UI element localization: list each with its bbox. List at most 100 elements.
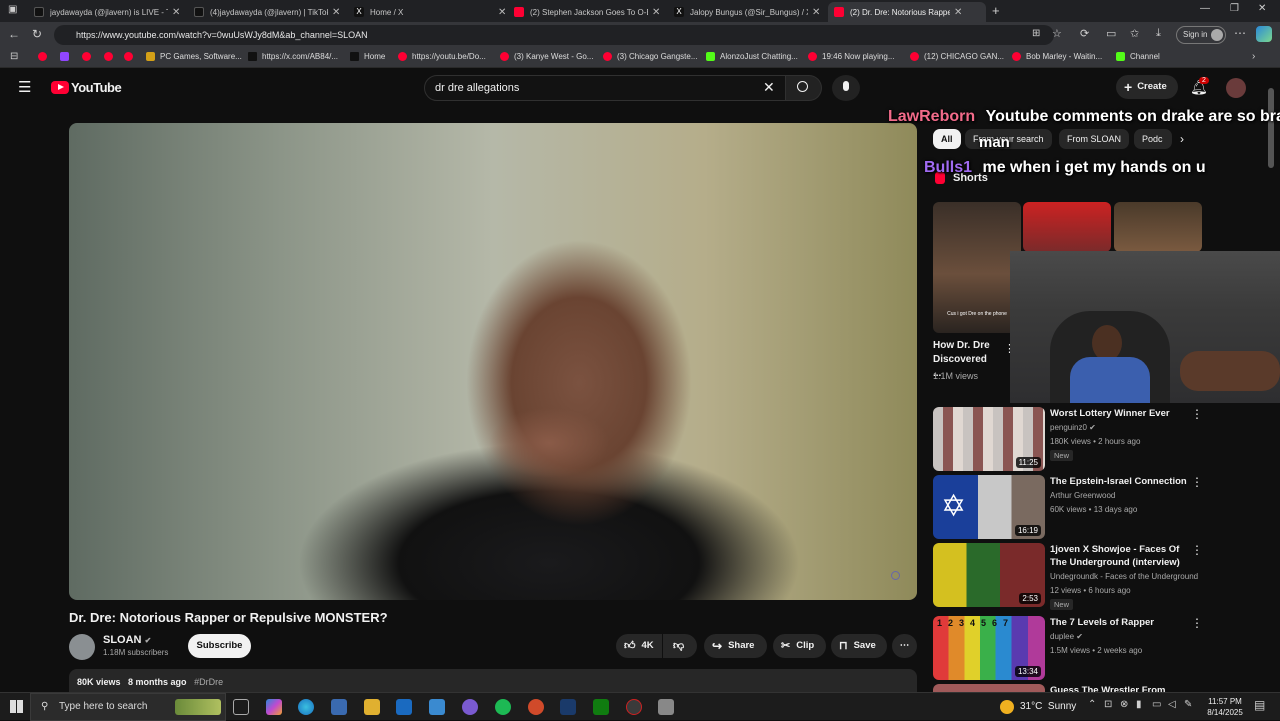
chip-from-sloan[interactable]: From SLOAN [1059, 129, 1130, 149]
extensions-icon[interactable]: ⟳ [1080, 27, 1089, 40]
youtube-logo[interactable]: YouTube [51, 80, 122, 95]
close-icon[interactable]: ✕ [652, 7, 660, 18]
more-menu-icon[interactable]: ⋯ [1234, 26, 1246, 40]
url-input[interactable]: https://www.youtube.com/watch?v=0wuUsWJy… [54, 25, 1054, 45]
obs-icon[interactable] [626, 699, 642, 715]
store-icon[interactable] [331, 699, 347, 715]
spotify-icon[interactable] [495, 699, 511, 715]
bookmark-chicago[interactable]: (3) Chicago Gangste... [603, 52, 697, 61]
more-icon[interactable]: ⋮ [1191, 616, 1203, 630]
dislike-button[interactable]: 👎︎ [663, 634, 697, 658]
tab-actions-icon[interactable]: ▣ [8, 4, 17, 15]
bookmark-now-playing[interactable]: 19:46 Now playing... [808, 52, 895, 61]
clear-search-icon[interactable]: ✕ [763, 79, 775, 96]
photos-icon[interactable] [429, 699, 445, 715]
recommendation-item[interactable]: Guess The Wrestler From Their [933, 684, 1273, 692]
steam-icon[interactable] [560, 699, 576, 715]
windows-start-icon[interactable] [10, 700, 23, 713]
bookmark-alonzo[interactable]: AlonzoJust Chatting... [706, 52, 798, 61]
new-tab-icon[interactable]: + [992, 3, 1000, 18]
channel-name[interactable]: SLOAN ✔ [103, 634, 151, 646]
description-box[interactable]: 80K views 8 months ago #DrDre [69, 669, 917, 692]
tab-5[interactable]: X Jalopy Bungus (@Sir_Bungus) / X ✕ [668, 2, 828, 22]
notifications-icon[interactable]: ▤ [1254, 698, 1265, 712]
microphone-tray-icon[interactable]: ▮ [1136, 699, 1142, 710]
share-button[interactable]: ↪ Share [704, 634, 767, 658]
channel-avatar[interactable] [69, 634, 95, 660]
copilot-icon[interactable] [1256, 26, 1272, 42]
close-icon[interactable]: ✕ [172, 7, 180, 18]
tray-app-icon-2[interactable]: ⊗ [1120, 699, 1128, 710]
recommendation-item[interactable]: 1234567 13:34 The 7 Levels of Rapper dup… [933, 616, 1273, 680]
bookmark-home[interactable]: Home [350, 52, 385, 61]
recommendation-item[interactable]: 11:25 Worst Lottery Winner Ever penguinz… [933, 407, 1273, 471]
tab-2[interactable]: (4)jaydawayda (@jlavern) | TikTok ✕ [188, 2, 348, 22]
favorite-star-icon[interactable]: ☆ [1052, 27, 1062, 40]
maximize-icon[interactable]: ❐ [1230, 3, 1239, 14]
tab-4[interactable]: (2) Stephen Jackson Goes To O-Bl ✕ [508, 2, 668, 22]
network-icon[interactable]: ▭ [1152, 699, 1161, 710]
outlook-icon[interactable] [396, 699, 412, 715]
refresh-icon[interactable]: ↻ [32, 27, 42, 41]
favorites-icon[interactable]: ✩ [1130, 27, 1139, 40]
split-screen-icon[interactable]: ▭ [1106, 27, 1116, 40]
task-view-icon[interactable] [233, 699, 249, 715]
subscribe-button[interactable]: Subscribe [188, 634, 251, 658]
copilot-taskbar-icon[interactable] [266, 699, 282, 715]
bookmark-2[interactable] [60, 52, 74, 61]
back-icon[interactable]: ← [8, 27, 20, 41]
more-icon[interactable]: ⋮ [1191, 475, 1203, 489]
bookmark-channel[interactable]: Channel [1116, 52, 1160, 61]
security-icon[interactable] [658, 699, 674, 715]
short-thumbnail-2[interactable] [1023, 202, 1111, 252]
xbox-icon[interactable] [593, 699, 609, 715]
window-close-icon[interactable]: ✕ [1258, 3, 1266, 14]
tab-3[interactable]: X Home / X ✕ [348, 2, 508, 22]
hamburger-menu-icon[interactable]: ☰ [18, 78, 31, 96]
bookmark-youtu-be[interactable]: https://youtu.be/Do... [398, 52, 486, 61]
save-button[interactable]: ⊓ Save [831, 634, 887, 658]
more-icon[interactable]: ⋮ [1191, 543, 1203, 557]
tray-app-icon[interactable]: ⊡ [1104, 699, 1112, 710]
chip-all[interactable]: All [933, 129, 961, 149]
tab-1[interactable]: jaydawayda (@jlavern) is LIVE - TikTok ✕ [28, 2, 188, 22]
discord-icon[interactable] [462, 699, 478, 715]
bookmark-pc-games[interactable]: PC Games, Software... [146, 52, 242, 61]
clip-button[interactable]: ✂ Clip [773, 634, 826, 658]
chevron-right-icon[interactable]: › [1180, 132, 1184, 146]
settings-gear-icon[interactable] [891, 571, 900, 580]
taskbar-search-box[interactable]: ⚲ Type here to search [30, 693, 226, 721]
app-icon[interactable] [528, 699, 544, 715]
bookmark-chicago-gan[interactable]: (12) CHICAGO GAN... [910, 52, 1004, 61]
more-actions-button[interactable]: ⋯ [892, 634, 917, 658]
bookmarks-menu-icon[interactable]: ⊟ [10, 51, 18, 62]
account-avatar[interactable] [1226, 78, 1246, 98]
bookmark-4[interactable] [104, 52, 118, 61]
chevron-right-icon[interactable]: › [1252, 51, 1255, 62]
recommendation-item[interactable]: ✡ 16:19 The Epstein-Israel Connection Ar… [933, 475, 1273, 539]
tab-6-active[interactable]: (2) Dr. Dre: Notorious Rappe ✕ [828, 2, 986, 22]
scrollbar-thumb[interactable] [1268, 88, 1274, 168]
bookmark-bob-marley[interactable]: Bob Marley - Waitin... [1012, 52, 1102, 61]
create-button[interactable]: + Create [1116, 75, 1178, 99]
bookmark-3[interactable] [82, 52, 96, 61]
edge-icon[interactable] [298, 699, 314, 715]
hashtag-link[interactable]: #DrDre [194, 677, 223, 687]
bookmark-1[interactable] [38, 52, 52, 61]
bookmark-kanye[interactable]: (3) Kanye West - Go... [500, 52, 593, 61]
like-button[interactable]: 👍︎ 4K [616, 634, 662, 658]
chip-podcasts[interactable]: Podc [1134, 129, 1172, 149]
close-icon[interactable]: ✕ [954, 7, 962, 18]
download-icon[interactable]: ⤓ [1156, 27, 1161, 40]
sign-in-button[interactable]: Sign in [1176, 26, 1226, 44]
short-thumbnail[interactable]: Cus i got Dre on the phone [933, 202, 1021, 333]
more-icon[interactable]: ⋮ [1191, 407, 1203, 421]
close-icon[interactable]: ✕ [332, 7, 340, 18]
pen-icon[interactable]: ✎ [1184, 699, 1192, 710]
scrollbar[interactable] [1268, 86, 1274, 686]
tray-chevron-icon[interactable]: ⌃ [1088, 699, 1096, 710]
close-icon[interactable]: ✕ [498, 7, 506, 18]
app-install-icon[interactable]: ⊞ [1032, 28, 1040, 39]
search-input[interactable]: dr dre allegations [424, 75, 786, 101]
volume-icon[interactable]: ◁ [1168, 699, 1176, 710]
